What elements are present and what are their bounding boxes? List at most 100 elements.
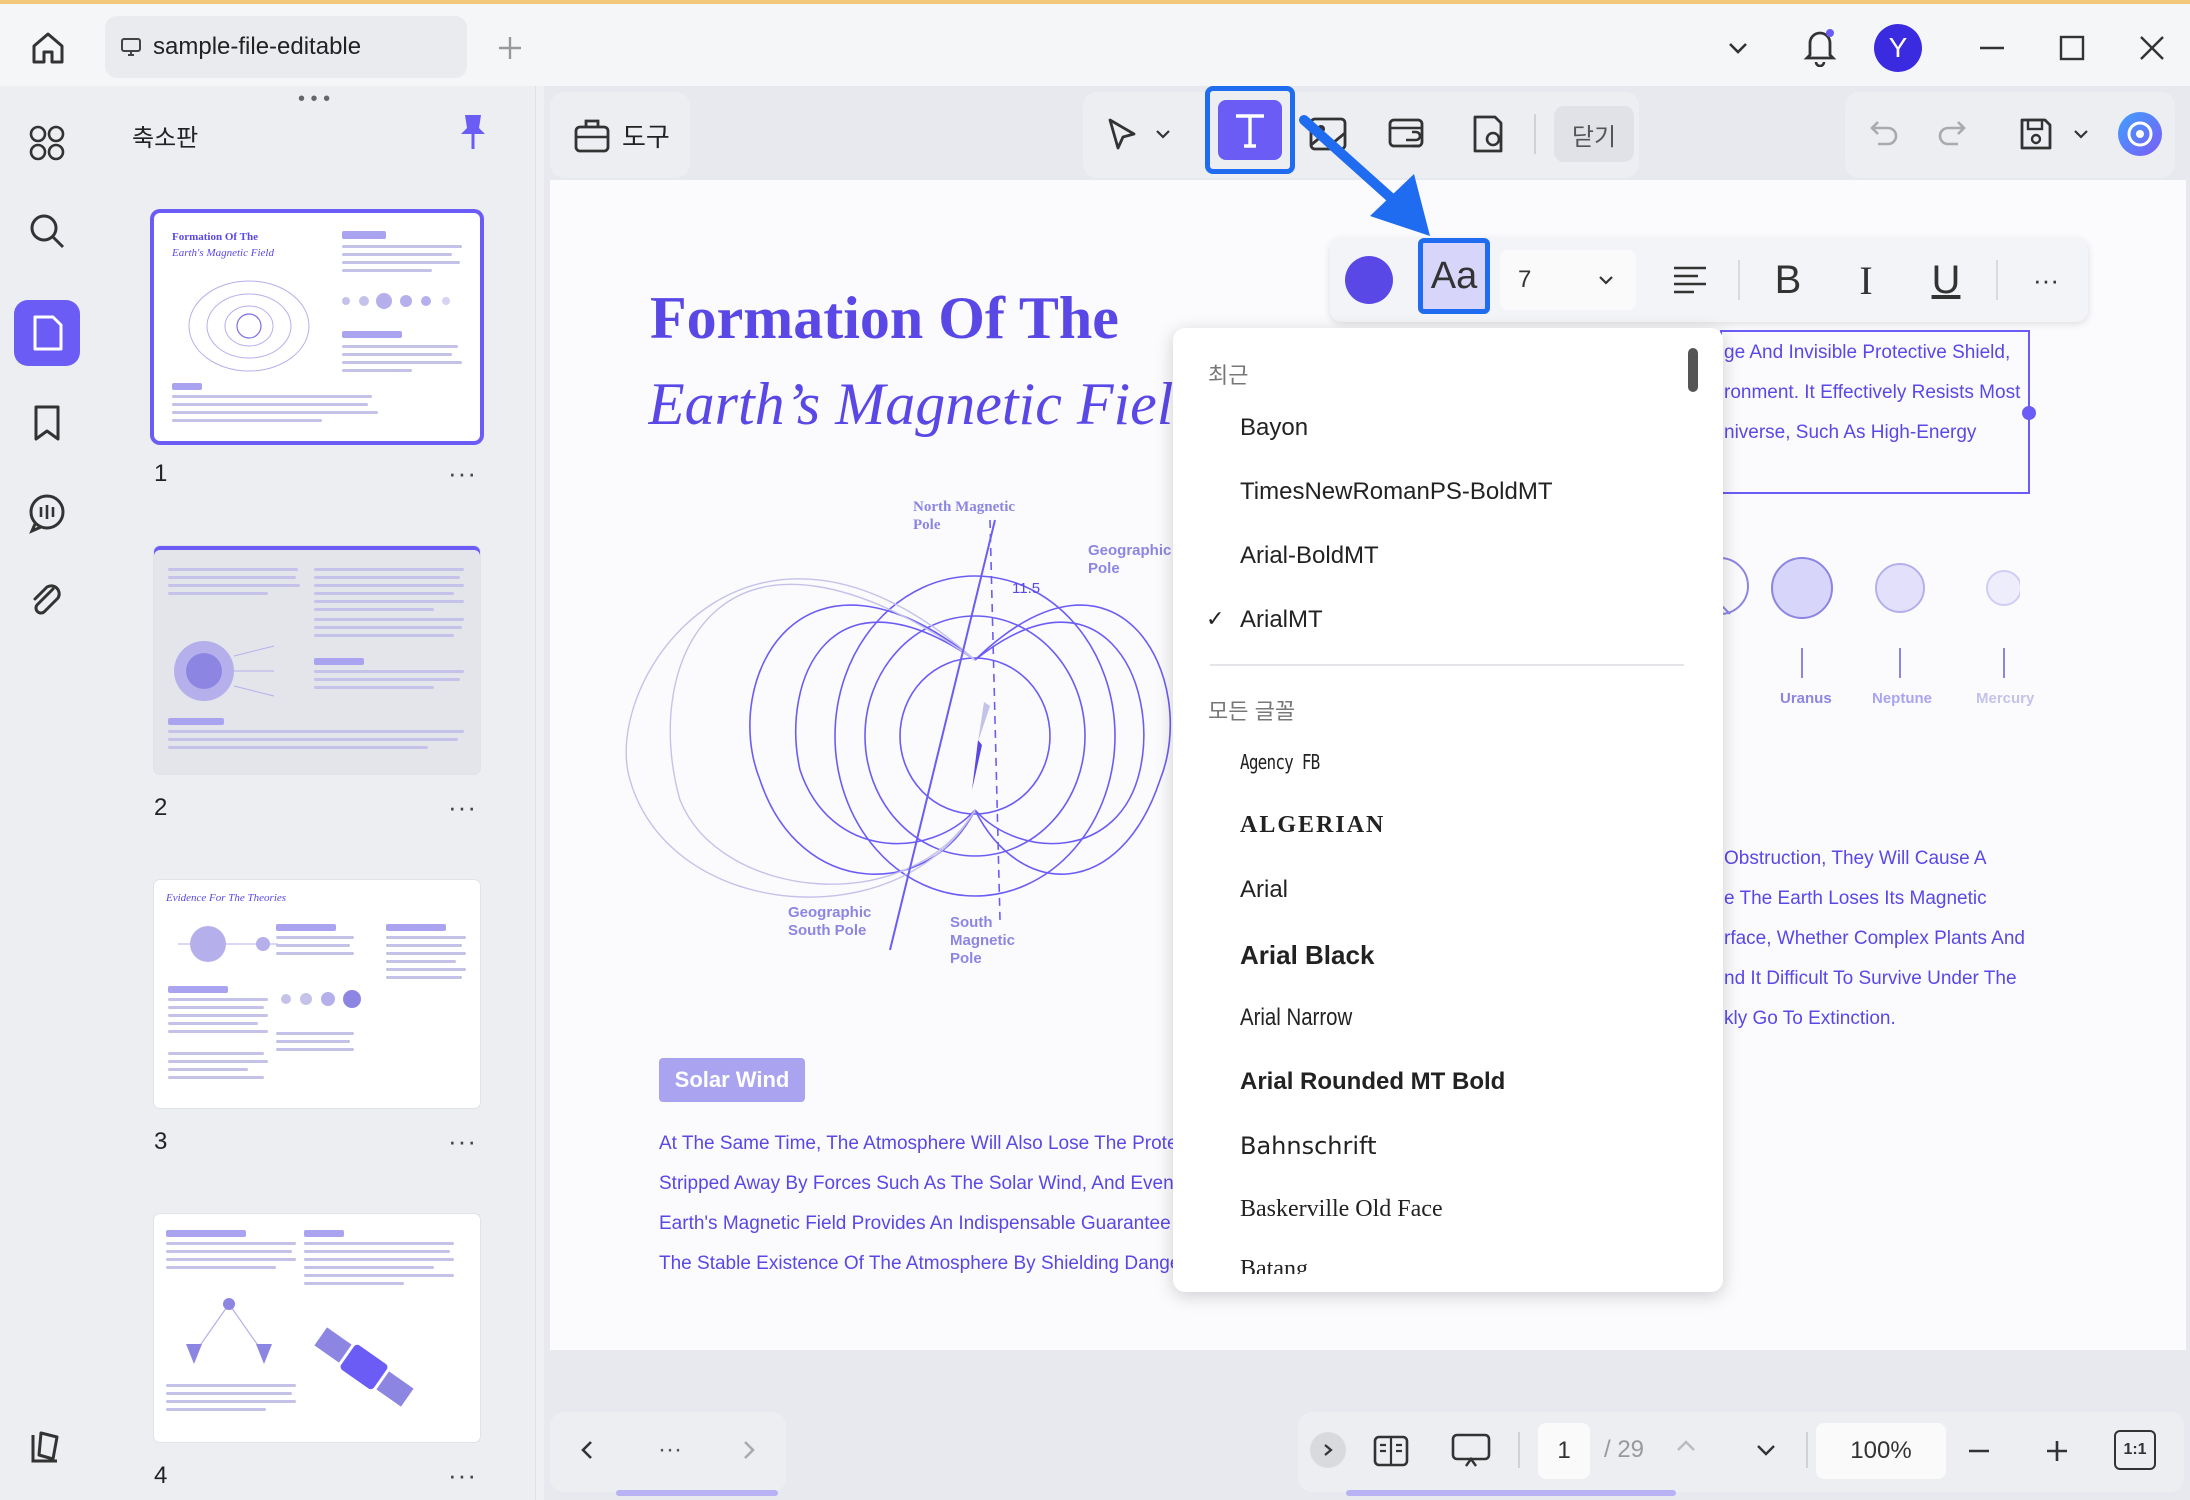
body-right-line-1[interactable]: Obstruction, They Will Cause A: [1724, 848, 1987, 870]
attachment-icon[interactable]: [14, 568, 80, 634]
thumbnail-3-more-button[interactable]: ···: [448, 1126, 477, 1157]
italic-button[interactable]: I: [1842, 256, 1890, 304]
body-right-line-5[interactable]: kly Go To Extinction.: [1724, 1008, 1896, 1030]
font-option-batang[interactable]: Batang: [1240, 1256, 1340, 1274]
thumbnail-1-title: Formation Of The: [172, 231, 258, 243]
select-dropdown-chevron-icon[interactable]: [1148, 108, 1178, 160]
document-heading-line1[interactable]: Formation Of The: [650, 284, 1119, 353]
body-right-line-3[interactable]: rface, Whether Complex Plants And: [1724, 928, 2025, 950]
minimize-icon[interactable]: [1972, 28, 2012, 68]
body-right-line-2[interactable]: e The Earth Loses Its Magnetic: [1724, 888, 1987, 910]
font-option-arial[interactable]: Arial: [1240, 876, 1288, 904]
font-option-bahnschrift[interactable]: Bahnschrift: [1240, 1132, 1376, 1160]
close-edit-button[interactable]: 닫기: [1554, 106, 1634, 162]
redo-icon[interactable]: [1928, 108, 1980, 160]
current-page-input[interactable]: 1: [1538, 1423, 1590, 1479]
body-left-line-1[interactable]: At The Same Time, The Atmosphere Will Al…: [659, 1133, 1178, 1155]
font-option-algerian[interactable]: ALGERIAN: [1240, 812, 1385, 839]
thumbnail-4-number: 4: [154, 1462, 168, 1489]
toolbar-divider: [1534, 114, 1536, 154]
font-option-timesnewromanps-boldmt[interactable]: TimesNewRomanPS-BoldMT: [1240, 478, 1553, 506]
page-up-icon[interactable]: [1666, 1426, 1706, 1466]
maximize-icon[interactable]: [2052, 28, 2092, 68]
ai-assistant-icon[interactable]: [2110, 104, 2170, 164]
zoom-out-icon[interactable]: [1956, 1428, 2002, 1474]
thumbnail-3-title: Evidence For The Theories: [166, 892, 287, 904]
planets-row: [1720, 557, 2020, 678]
save-icon[interactable]: [2010, 108, 2062, 160]
stamp-location-tool-icon[interactable]: [1462, 108, 1514, 160]
thumbnail-4-more-button[interactable]: ···: [448, 1460, 477, 1491]
actual-size-button[interactable]: 1:1: [2114, 1430, 2156, 1470]
box-text-line-2[interactable]: ronment. It Effectively Resists Most: [1724, 382, 2020, 404]
thumbnail-page-3[interactable]: Evidence For The Theories: [154, 880, 480, 1108]
chevron-down-icon[interactable]: [1718, 28, 1758, 68]
font-family-button[interactable]: Aa: [1418, 238, 1490, 314]
font-option-arial-narrow[interactable]: Arial Narrow: [1240, 1004, 1352, 1032]
thumbnail-page-1[interactable]: Formation Of The Earth's Magnetic Field: [154, 213, 480, 441]
new-tab-plus-icon[interactable]: [490, 28, 530, 68]
font-option-agency-fb[interactable]: Agency FB: [1240, 750, 1320, 774]
text-box-resize-handle[interactable]: [2022, 406, 2036, 420]
presentation-icon[interactable]: [1448, 1428, 1494, 1474]
collapse-bar-icon[interactable]: [1310, 1432, 1346, 1468]
text-color-picker[interactable]: [1345, 256, 1393, 304]
thumbnail-1-more-button[interactable]: ···: [448, 458, 477, 489]
dropdown-scrollbar[interactable]: [1688, 348, 1698, 392]
save-dropdown-chevron-icon[interactable]: [2066, 108, 2096, 160]
body-left-line-2[interactable]: Stripped Away By Forces Such As The Sola…: [659, 1173, 1179, 1195]
library-icon[interactable]: [14, 1414, 80, 1480]
font-size-value: 7: [1518, 266, 1532, 293]
font-size-select[interactable]: 7: [1500, 250, 1636, 310]
add-text-tool-button[interactable]: [1205, 86, 1295, 174]
close-window-icon[interactable]: [2132, 28, 2172, 68]
all-fonts-header: 모든 글꼴: [1208, 699, 1296, 724]
font-option-arial-boldmt[interactable]: Arial-BoldMT: [1240, 542, 1379, 570]
text-align-icon[interactable]: [1666, 256, 1714, 304]
pin-icon[interactable]: [456, 112, 490, 152]
font-option-arialmt[interactable]: ArialMT: [1240, 606, 1323, 634]
previous-page-icon[interactable]: [566, 1428, 610, 1472]
bookmark-icon[interactable]: [14, 390, 80, 456]
bottom-divider: [1518, 1432, 1520, 1468]
horizontal-scroll-indicator[interactable]: [616, 1490, 778, 1496]
user-avatar[interactable]: Y: [1874, 24, 1922, 72]
body-right-line-4[interactable]: nd It Difficult To Survive Under The: [1724, 968, 2017, 990]
font-option-baskerville-old-face[interactable]: Baskerville Old Face: [1240, 1196, 1443, 1223]
page-layout-icon[interactable]: [1368, 1428, 1414, 1474]
notification-bell-icon[interactable]: [1796, 22, 1844, 70]
underline-button[interactable]: U: [1922, 256, 1970, 304]
thumbnail-2-more-button[interactable]: ···: [448, 792, 477, 823]
font-option-arial-black[interactable]: Arial Black: [1240, 940, 1374, 971]
bold-button[interactable]: B: [1764, 256, 1812, 304]
document-heading-line2[interactable]: Earth’s Magnetic Field: [648, 370, 1173, 439]
font-option-arial-rounded-mt-bold[interactable]: Arial Rounded MT Bold: [1240, 1068, 1505, 1096]
select-cursor-icon[interactable]: [1096, 108, 1148, 160]
solar-wind-heading[interactable]: Solar Wind: [659, 1058, 805, 1102]
thumbnail-page-2[interactable]: [154, 546, 480, 774]
title-bar: sample-file-editable Y: [0, 0, 2190, 86]
search-icon[interactable]: [14, 198, 80, 264]
vertical-progress-indicator: [1346, 1490, 1676, 1496]
apps-grid-icon[interactable]: [14, 110, 80, 176]
panel-resize-handle[interactable]: • • •: [298, 88, 330, 111]
next-page-icon[interactable]: [726, 1428, 770, 1472]
comment-icon[interactable]: [14, 480, 80, 546]
body-left-line-4[interactable]: The Stable Existence Of The Atmosphere B…: [659, 1253, 1180, 1275]
tools-button[interactable]: 도구: [550, 92, 690, 178]
bottom-divider-2: [1806, 1432, 1808, 1468]
navigation-more-button[interactable]: ···: [648, 1428, 692, 1472]
undo-icon[interactable]: [1856, 108, 1908, 160]
box-text-line-1[interactable]: ge And Invisible Protective Shield,: [1724, 342, 2010, 364]
thumbnail-page-4[interactable]: [154, 1214, 480, 1442]
zoom-level-input[interactable]: 100%: [1816, 1423, 1946, 1479]
font-option-bayon[interactable]: Bayon: [1240, 414, 1308, 442]
thumbnails-page-icon[interactable]: [14, 300, 80, 366]
home-icon[interactable]: [26, 26, 70, 70]
document-tab[interactable]: sample-file-editable: [105, 16, 467, 78]
box-text-line-3[interactable]: niverse, Such As High-Energy: [1724, 422, 1976, 444]
body-left-line-3[interactable]: Earth's Magnetic Field Provides An Indis…: [659, 1213, 1171, 1235]
zoom-in-icon[interactable]: [2034, 1428, 2080, 1474]
format-more-button[interactable]: ···: [2022, 256, 2070, 304]
page-down-icon[interactable]: [1746, 1430, 1786, 1470]
